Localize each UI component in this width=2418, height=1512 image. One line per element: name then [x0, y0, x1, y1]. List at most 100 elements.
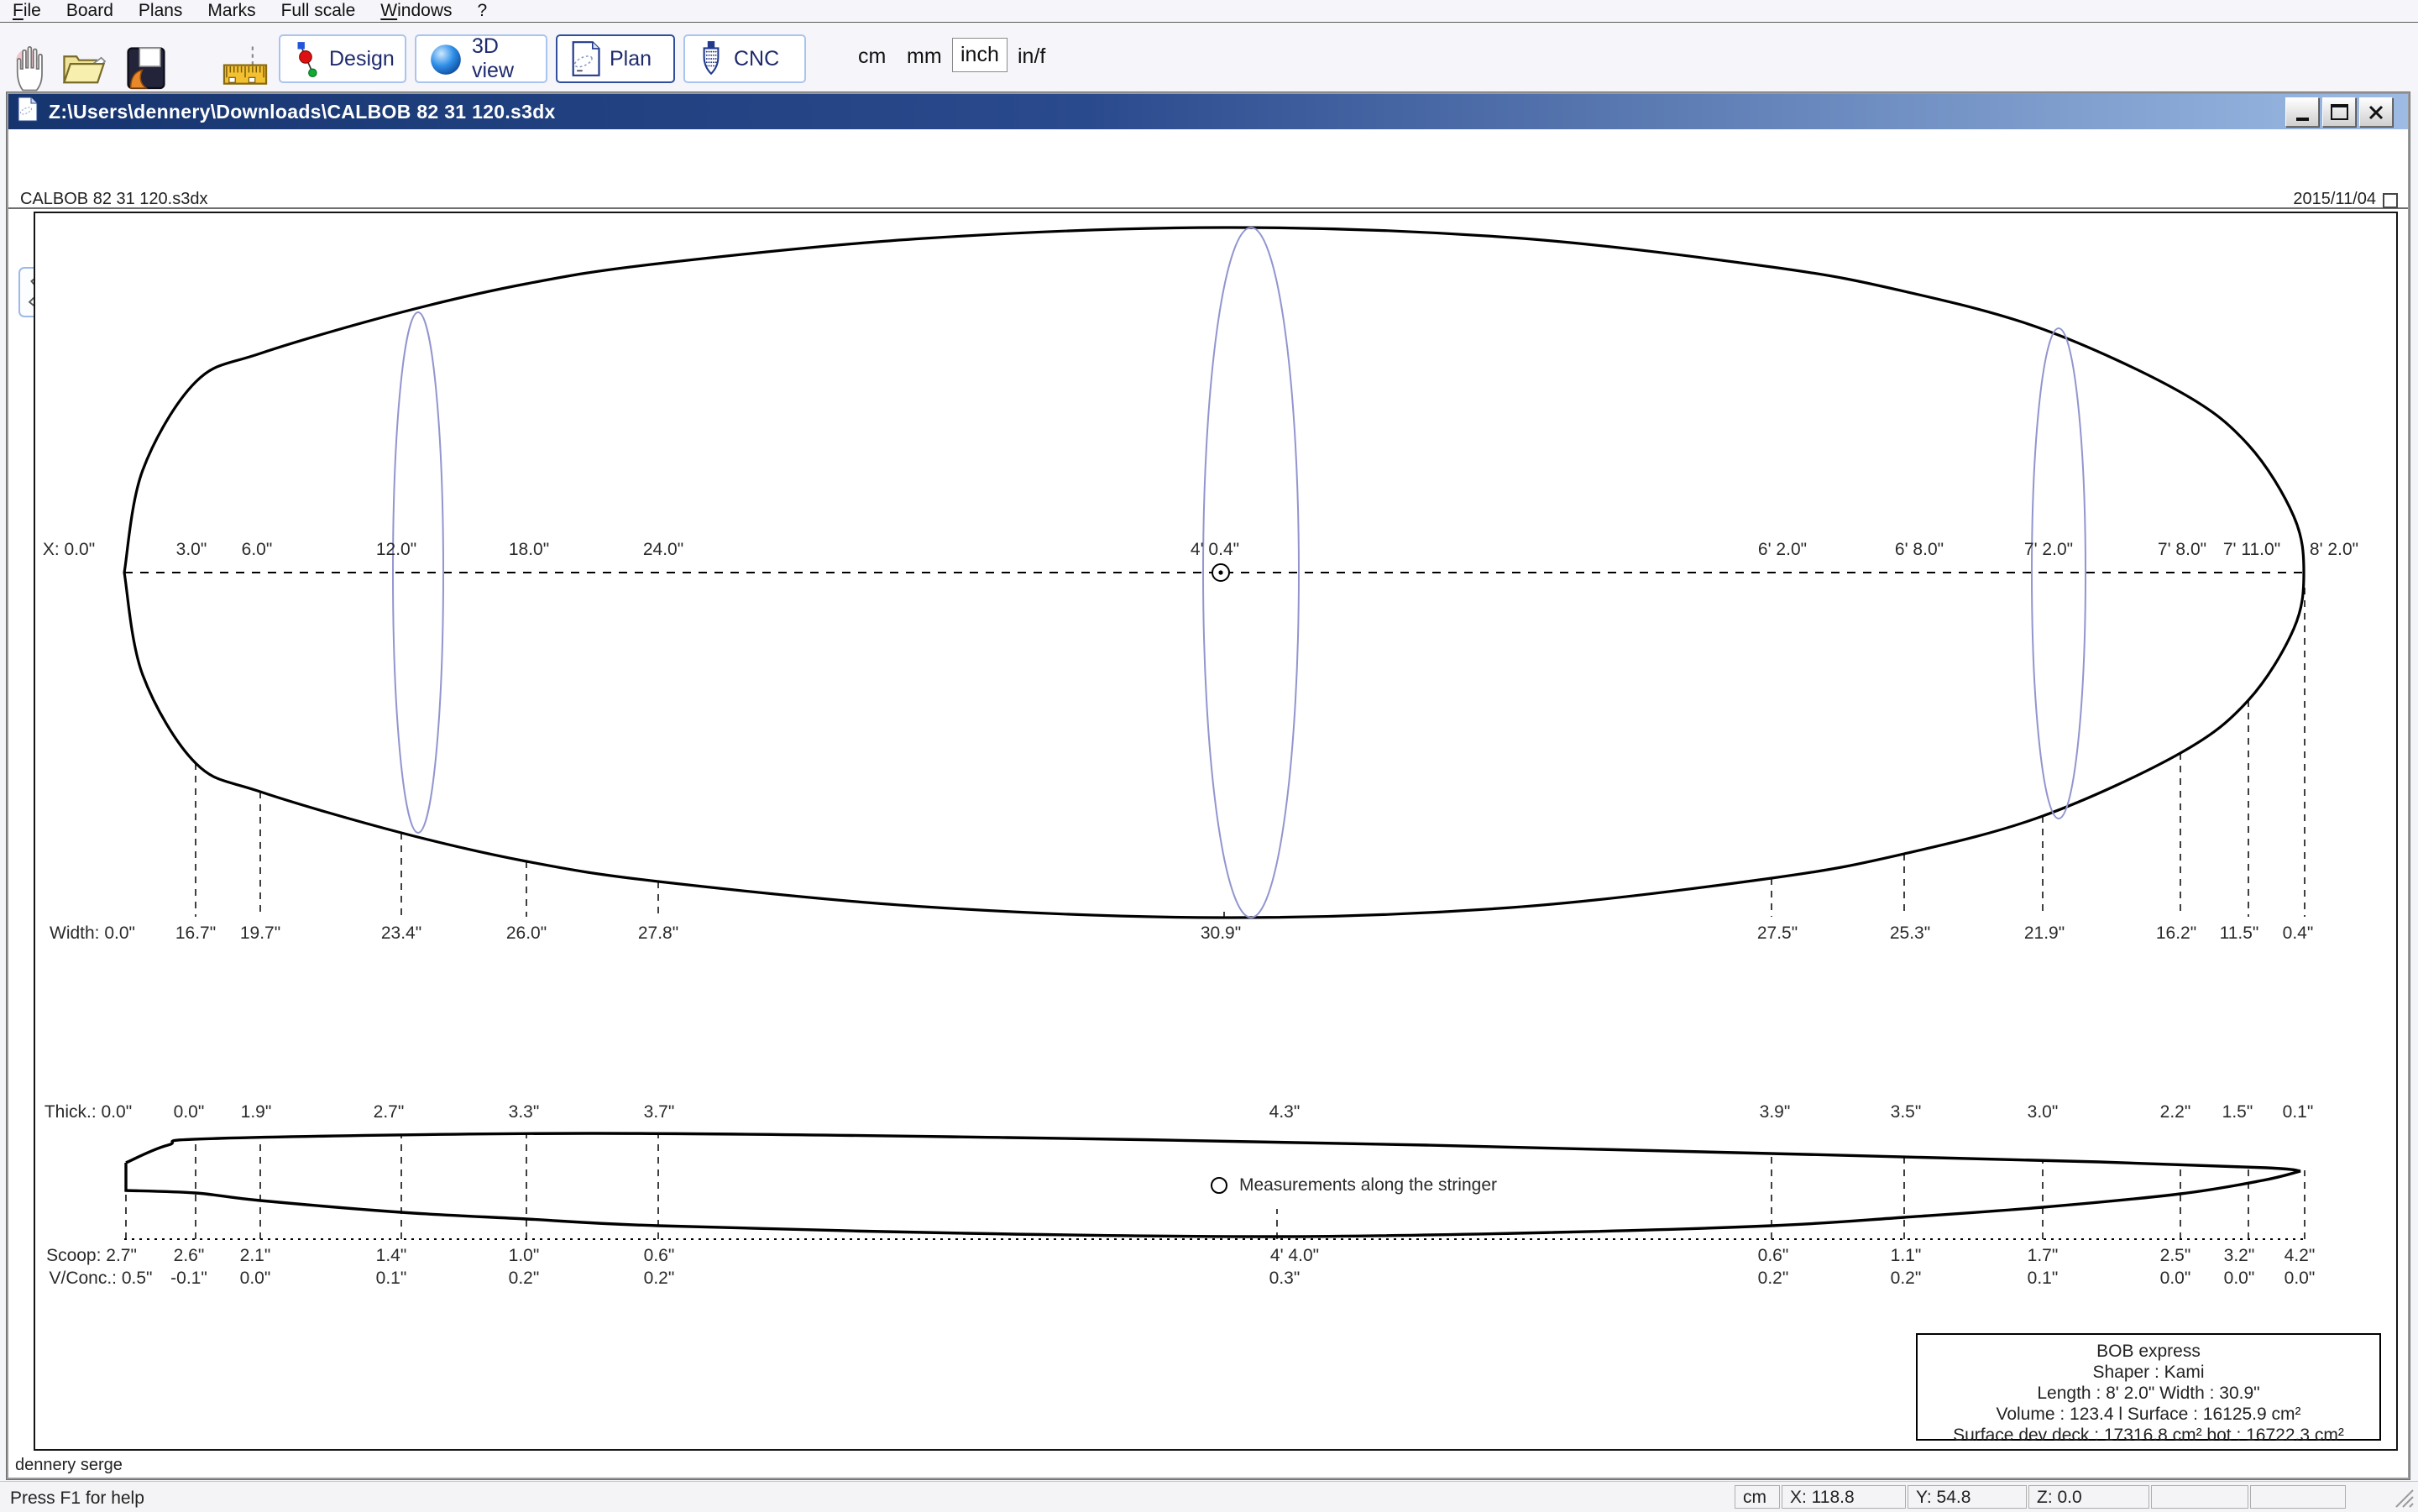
vconc-value: 0.3" — [1269, 1269, 1301, 1289]
scoop-value: 1.4" — [376, 1246, 407, 1266]
save-icon[interactable] — [123, 43, 170, 95]
width-value: 26.0" — [506, 923, 547, 944]
center-marker-dot — [1218, 570, 1222, 574]
x-value: 8' 2.0" — [2310, 540, 2358, 560]
close-icon — [2368, 104, 2384, 121]
title-bar[interactable]: Z:\Users\dennery\Downloads\CALBOB 82 31 … — [8, 94, 2408, 129]
minimize-icon — [2296, 118, 2309, 121]
button-label: 3D view — [472, 34, 534, 83]
width-value: Width: 0.0" — [50, 923, 135, 944]
vconc-value: 0.0" — [2285, 1269, 2316, 1289]
x-value: 6' 2.0" — [1758, 540, 1807, 560]
status-bar: Press F1 for help cmX: 118.8Y: 54.8Z: 0.… — [0, 1481, 2418, 1512]
menu-item-full-scale[interactable]: Full scale — [269, 1, 369, 21]
window-title: Z:\Users\dennery\Downloads\CALBOB 82 31 … — [49, 101, 556, 123]
hand-cursor-icon[interactable] — [7, 43, 54, 95]
scoop-value: 4.2" — [2285, 1246, 2316, 1266]
vconc-value: -0.1" — [170, 1269, 207, 1289]
scoop-value: 4' 4.0" — [1270, 1246, 1319, 1266]
open-folder-icon[interactable] — [60, 43, 107, 95]
scoop-value: 2.5" — [2160, 1246, 2191, 1266]
design-button[interactable]: Design — [279, 34, 406, 83]
vconc-value: 0.1" — [2028, 1269, 2059, 1289]
thick-value: 1.5" — [2222, 1102, 2253, 1122]
board-info-box: BOB expressShaper : KamiLength : 8' 2.0"… — [1916, 1333, 2381, 1441]
info-box-line: BOB express — [1918, 1341, 2379, 1362]
scoop-value: 1.7" — [2028, 1246, 2059, 1266]
scoop-value: 3.2" — [2224, 1246, 2255, 1266]
vconc-value: 0.1" — [376, 1269, 407, 1289]
vconc-value: 0.0" — [2224, 1269, 2255, 1289]
x-value: 24.0" — [643, 540, 683, 560]
x-value: 7' 2.0" — [2024, 540, 2073, 560]
vconc-value: 0.0" — [2160, 1269, 2191, 1289]
x-value: X: 0.0" — [43, 540, 95, 560]
vconc-value: 0.2" — [1758, 1269, 1789, 1289]
unit-cm[interactable]: cm — [858, 44, 886, 69]
view-toolbar — [8, 129, 2408, 209]
scoop-value: 1.1" — [1891, 1246, 1922, 1266]
ruler-icon[interactable] — [222, 43, 269, 95]
design-nodes-icon — [292, 40, 321, 77]
status-panel-empty-2 — [2250, 1485, 2346, 1509]
menu-item-windows[interactable]: Windows — [368, 1, 464, 21]
thick-value: 3.3" — [509, 1102, 540, 1122]
menu-item-marks[interactable]: Marks — [195, 1, 268, 21]
canvas-date-label: 2015/11/04 — [2225, 190, 2376, 209]
main-toolbar: Design 3D view Plan CNC cmmminch in/f — [0, 23, 2418, 92]
scoop-value: Scoop: 2.7" — [46, 1246, 137, 1266]
x-value: 3.0" — [176, 540, 207, 560]
stringer-note-label: Measurements along the stringer — [1239, 1175, 1497, 1195]
info-box-line: Length : 8' 2.0" Width : 30.9" — [1918, 1383, 2379, 1404]
status-unit: cm — [1735, 1485, 1780, 1509]
info-box-line: Volume : 123.4 l Surface : 16125.9 cm² — [1918, 1404, 2379, 1425]
menu-bar: FileBoardPlansMarksFull scaleWindows? — [0, 0, 2418, 23]
user-label: dennery serge — [15, 1456, 123, 1475]
menu-item-[interactable]: ? — [465, 1, 500, 21]
menu-item-plans[interactable]: Plans — [126, 1, 196, 21]
width-value: 11.5" — [2220, 923, 2259, 944]
x-value: 12.0" — [376, 540, 416, 560]
thick-value: 3.5" — [1891, 1102, 1922, 1122]
status-y-coordinate: Y: 54.8 — [1908, 1485, 2027, 1509]
unit-inf[interactable]: in/f — [1018, 44, 1045, 69]
3d-view-button[interactable]: 3D view — [415, 34, 547, 83]
width-value: 16.2" — [2156, 923, 2196, 944]
document-icon — [17, 97, 39, 127]
thick-value: Thick.: 0.0" — [44, 1102, 132, 1122]
width-value: 0.4" — [2283, 923, 2314, 944]
x-value: 7' 8.0" — [2158, 540, 2206, 560]
width-value: 27.8" — [638, 923, 678, 944]
x-value: 4' 0.4" — [1191, 540, 1239, 560]
width-value: 16.7" — [175, 923, 216, 944]
width-value: 25.3" — [1890, 923, 1930, 944]
vconc-value: 0.2" — [1891, 1269, 1922, 1289]
application-window: { "menu_bar": { "items": [ {"label": "Fi… — [0, 0, 2418, 1511]
unit-inch[interactable]: inch — [952, 38, 1008, 72]
thick-value: 3.0" — [2028, 1102, 2059, 1122]
date-checkbox[interactable] — [2383, 193, 2398, 208]
thick-value: 4.3" — [1269, 1102, 1301, 1122]
unit-mm[interactable]: mm — [907, 44, 942, 69]
width-value: 21.9" — [2024, 923, 2065, 944]
button-label: CNC — [734, 47, 779, 71]
width-value: 30.9" — [1201, 923, 1241, 944]
maximize-button[interactable] — [2322, 97, 2356, 127]
status-x-coordinate: X: 118.8 — [1782, 1485, 1906, 1509]
vconc-value: 0.2" — [644, 1269, 675, 1289]
resize-grip-icon[interactable] — [2393, 1487, 2415, 1509]
status-panel-empty-1 — [2151, 1485, 2248, 1509]
canvas-file-label: CALBOB 82 31 120.s3dx — [20, 190, 207, 209]
minimize-button[interactable] — [2285, 97, 2319, 127]
thick-value: 1.9" — [241, 1102, 272, 1122]
menu-item-file[interactable]: File — [0, 1, 54, 21]
close-button[interactable] — [2359, 97, 2393, 127]
status-z-coordinate: Z: 0.0 — [2028, 1485, 2149, 1509]
x-value: 7' 11.0" — [2223, 540, 2280, 560]
cnc-button[interactable]: CNC — [683, 34, 806, 83]
thick-value: 0.0" — [174, 1102, 205, 1122]
menu-item-board[interactable]: Board — [54, 1, 126, 21]
plan-button[interactable]: Plan — [556, 34, 675, 83]
cnc-plotter-icon — [697, 40, 725, 77]
scoop-value: 1.0" — [509, 1246, 540, 1266]
